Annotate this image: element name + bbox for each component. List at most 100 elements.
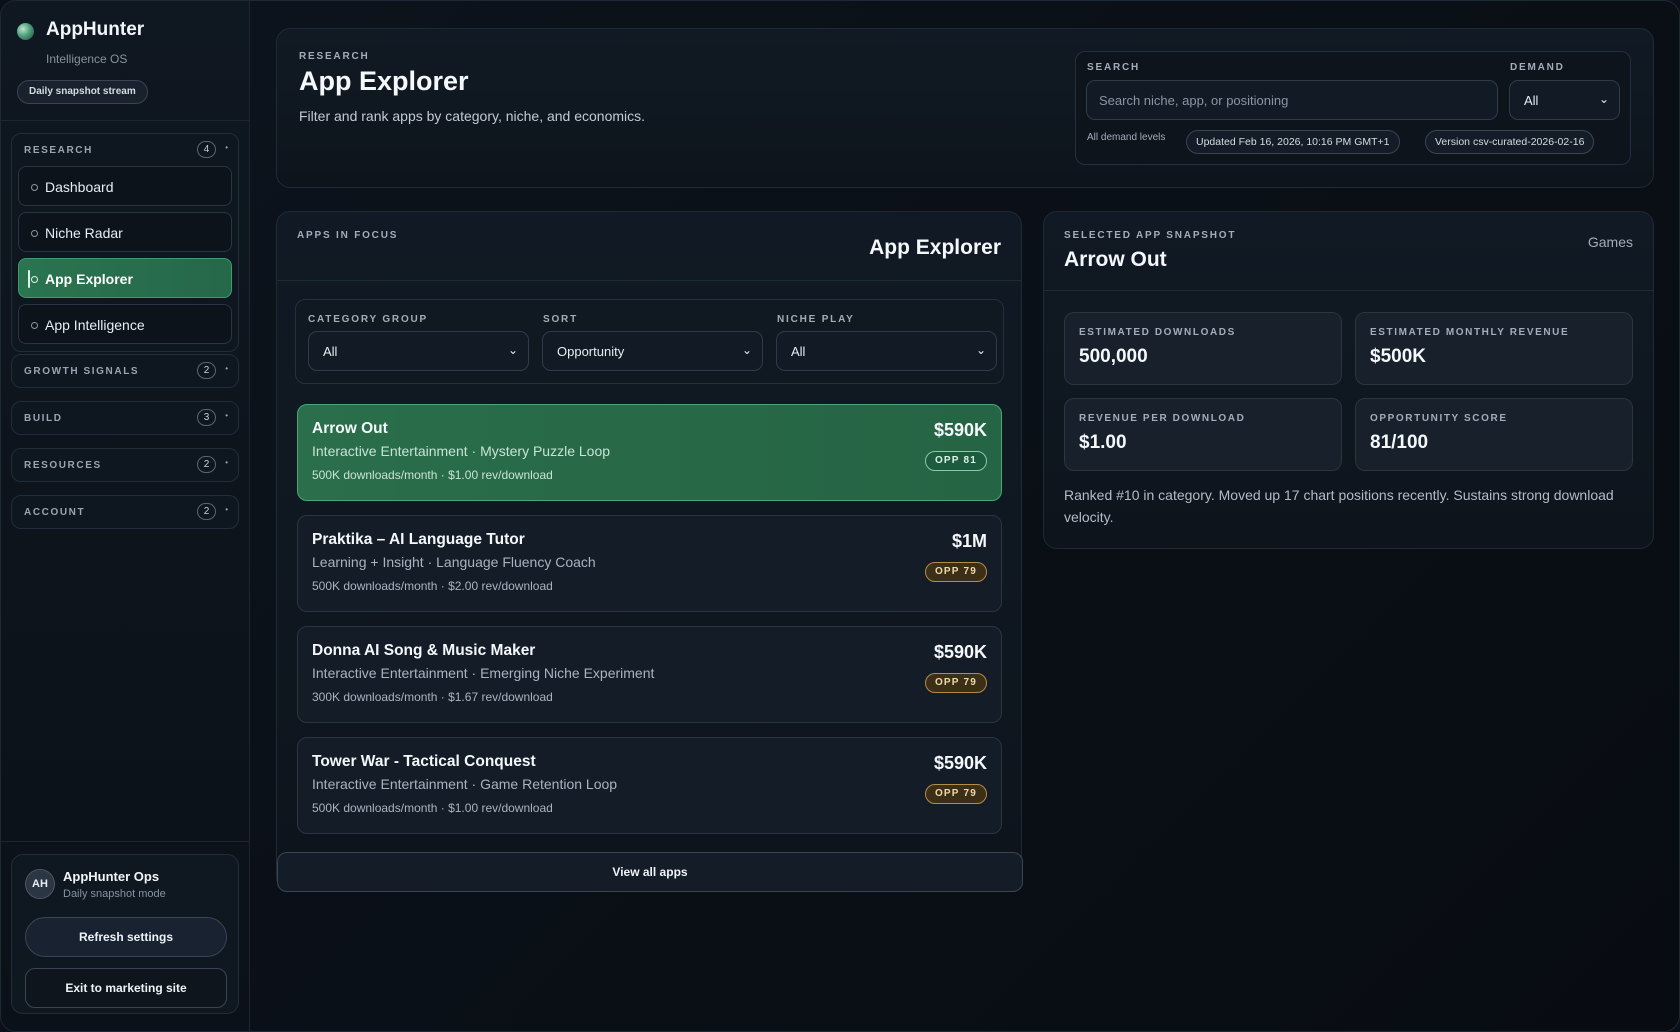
sidebar-item-label: Dashboard (45, 179, 114, 195)
demand-label: DEMAND (1510, 62, 1565, 73)
nav-group-header: ACCOUNT 2 • (12, 496, 238, 528)
sidebar-item-label: Niche Radar (45, 225, 123, 241)
app-name: Arrow Out (312, 420, 388, 437)
app-card-praktika[interactable]: Praktika – AI Language Tutor Learning + … (297, 515, 1002, 612)
app-card-tower-war[interactable]: Tower War - Tactical Conquest Interactiv… (297, 737, 1002, 834)
user-card: AH AppHunter Ops Daily snapshot mode Ref… (11, 854, 239, 1014)
nav-group-header: RESOURCES 2 • (12, 449, 238, 481)
metric-label: OPPORTUNITY SCORE (1370, 413, 1508, 424)
circle-bullet-icon (31, 322, 38, 329)
nav-group-count: 2 (197, 503, 216, 520)
app-window: AppHunter Intelligence OS Daily snapshot… (0, 0, 1680, 1032)
selected-app-snapshot: SELECTED APP SNAPSHOT Arrow Out Games ES… (1043, 211, 1654, 549)
demand-select[interactable]: All ⌄ (1509, 80, 1620, 120)
app-revenue: $590K (933, 753, 987, 773)
app-name: Praktika – AI Language Tutor (312, 531, 525, 548)
app-category: Interactive Entertainment · Emerging Nic… (312, 665, 655, 681)
app-revenue: $590K (933, 642, 987, 662)
app-meta: 300K downloads/month · $1.67 rev/downloa… (312, 690, 553, 704)
caret-icon: • (225, 364, 228, 373)
divider (277, 280, 1021, 281)
divider (1044, 290, 1653, 291)
app-card-arrow-out[interactable]: Arrow Out Interactive Entertainment · My… (297, 404, 1002, 501)
sort-label: SORT (543, 314, 578, 325)
caret-icon: • (225, 411, 228, 420)
metric-value: $1.00 (1079, 432, 1127, 453)
app-card-donna[interactable]: Donna AI Song & Music Maker Interactive … (297, 626, 1002, 723)
search-panel: SEARCH DEMAND All ⌄ All demand levels Up… (1075, 51, 1631, 165)
nav-group-count: 2 (197, 456, 216, 473)
metric-value: 500,000 (1079, 346, 1148, 367)
divider (1, 841, 250, 842)
metric-estimated-downloads: ESTIMATED DOWNLOADS 500,000 (1064, 312, 1342, 385)
nav-group-count: 3 (197, 409, 216, 426)
nav-group-count: 2 (197, 362, 216, 379)
view-all-apps-button[interactable]: View all apps (277, 852, 1023, 892)
metric-value: 81/100 (1370, 432, 1429, 453)
exit-to-marketing-button[interactable]: Exit to marketing site (25, 968, 227, 1008)
panel-eyebrow: SELECTED APP SNAPSHOT (1064, 230, 1237, 241)
nav-group-count: 4 (197, 141, 216, 158)
nav-group-resources[interactable]: RESOURCES 2 • (11, 448, 239, 482)
caret-icon: • (225, 143, 228, 152)
circle-bullet-icon (31, 184, 38, 191)
nav-group-research: RESEARCH 4 • Dashboard Niche Radar App E… (11, 133, 239, 352)
caret-icon: • (225, 505, 228, 514)
search-label: SEARCH (1087, 62, 1141, 73)
page-header: RESEARCH App Explorer Filter and rank ap… (276, 28, 1654, 188)
opportunity-badge: OPP 81 (924, 451, 987, 471)
metric-estimated-monthly-revenue: ESTIMATED MONTHLY REVENUE $500K (1355, 312, 1633, 385)
sidebar-item-app-intelligence[interactable]: App Intelligence (18, 304, 232, 344)
snapshot-stream-badge: Daily snapshot stream (17, 80, 148, 104)
category-group-label: CATEGORY GROUP (308, 314, 429, 325)
nav-group-title: ACCOUNT (24, 507, 86, 518)
app-meta: 500K downloads/month · $1.00 rev/downloa… (312, 801, 553, 815)
chevron-down-icon: ⌄ (741, 343, 752, 357)
active-indicator (28, 270, 30, 288)
app-name: Donna AI Song & Music Maker (312, 642, 536, 659)
snapshot-note: Ranked #10 in category. Moved up 17 char… (1064, 487, 1614, 525)
sort-select[interactable]: Opportunity ⌄ (542, 331, 763, 371)
sidebar-item-app-explorer[interactable]: App Explorer (18, 258, 232, 298)
nav-group-header: GROWTH SIGNALS 2 • (12, 355, 238, 387)
nav-group-account[interactable]: ACCOUNT 2 • (11, 495, 239, 529)
brand-name: AppHunter (46, 19, 145, 40)
opportunity-badge: OPP 79 (924, 673, 987, 693)
nav-group-title: GROWTH SIGNALS (24, 366, 140, 377)
nav-group-header: BUILD 3 • (12, 402, 238, 434)
app-category: Interactive Entertainment · Game Retenti… (312, 776, 618, 792)
app-meta: 500K downloads/month · $1.00 rev/downloa… (312, 468, 553, 482)
app-meta: 500K downloads/month · $2.00 rev/downloa… (312, 579, 553, 593)
nav-group-title: RESEARCH (24, 145, 93, 156)
sidebar-item-label: App Intelligence (45, 317, 145, 333)
nav-group-title: BUILD (24, 413, 63, 424)
category-group-select[interactable]: All ⌄ (308, 331, 529, 371)
sidebar-item-dashboard[interactable]: Dashboard (18, 166, 232, 206)
nav-group-growth-signals[interactable]: GROWTH SIGNALS 2 • (11, 354, 239, 388)
app-name: Tower War - Tactical Conquest (312, 753, 536, 770)
app-category: Learning + Insight · Language Fluency Co… (312, 554, 596, 570)
snapshot-title: Arrow Out (1064, 248, 1167, 271)
refresh-settings-button[interactable]: Refresh settings (25, 917, 227, 957)
page-title: App Explorer (299, 66, 469, 96)
app-revenue: $590K (933, 420, 987, 440)
sidebar-item-niche-radar[interactable]: Niche Radar (18, 212, 232, 252)
sidebar-item-label: App Explorer (45, 271, 133, 287)
app-revenue: $1M (951, 531, 987, 551)
user-name: AppHunter Ops (63, 869, 160, 884)
nav-group-header-research[interactable]: RESEARCH 4 • (12, 134, 238, 166)
apps-in-focus-panel: APPS IN FOCUS App Explorer CATEGORY GROU… (276, 211, 1023, 892)
page-description: Filter and rank apps by category, niche,… (299, 108, 646, 124)
niche-play-select[interactable]: All ⌄ (776, 331, 997, 371)
panel-eyebrow: APPS IN FOCUS (297, 230, 399, 241)
page-eyebrow: RESEARCH (299, 51, 370, 62)
nav-group-title: RESOURCES (24, 460, 102, 471)
chevron-down-icon: ⌄ (507, 343, 518, 357)
select-value: Opportunity (557, 344, 625, 359)
search-input[interactable] (1086, 80, 1498, 120)
metric-opportunity-score: OPPORTUNITY SCORE 81/100 (1355, 398, 1633, 471)
nav-group-build[interactable]: BUILD 3 • (11, 401, 239, 435)
chevron-down-icon: ⌄ (975, 343, 986, 357)
opportunity-badge: OPP 79 (924, 562, 987, 582)
brand-subtitle: Intelligence OS (46, 52, 128, 66)
